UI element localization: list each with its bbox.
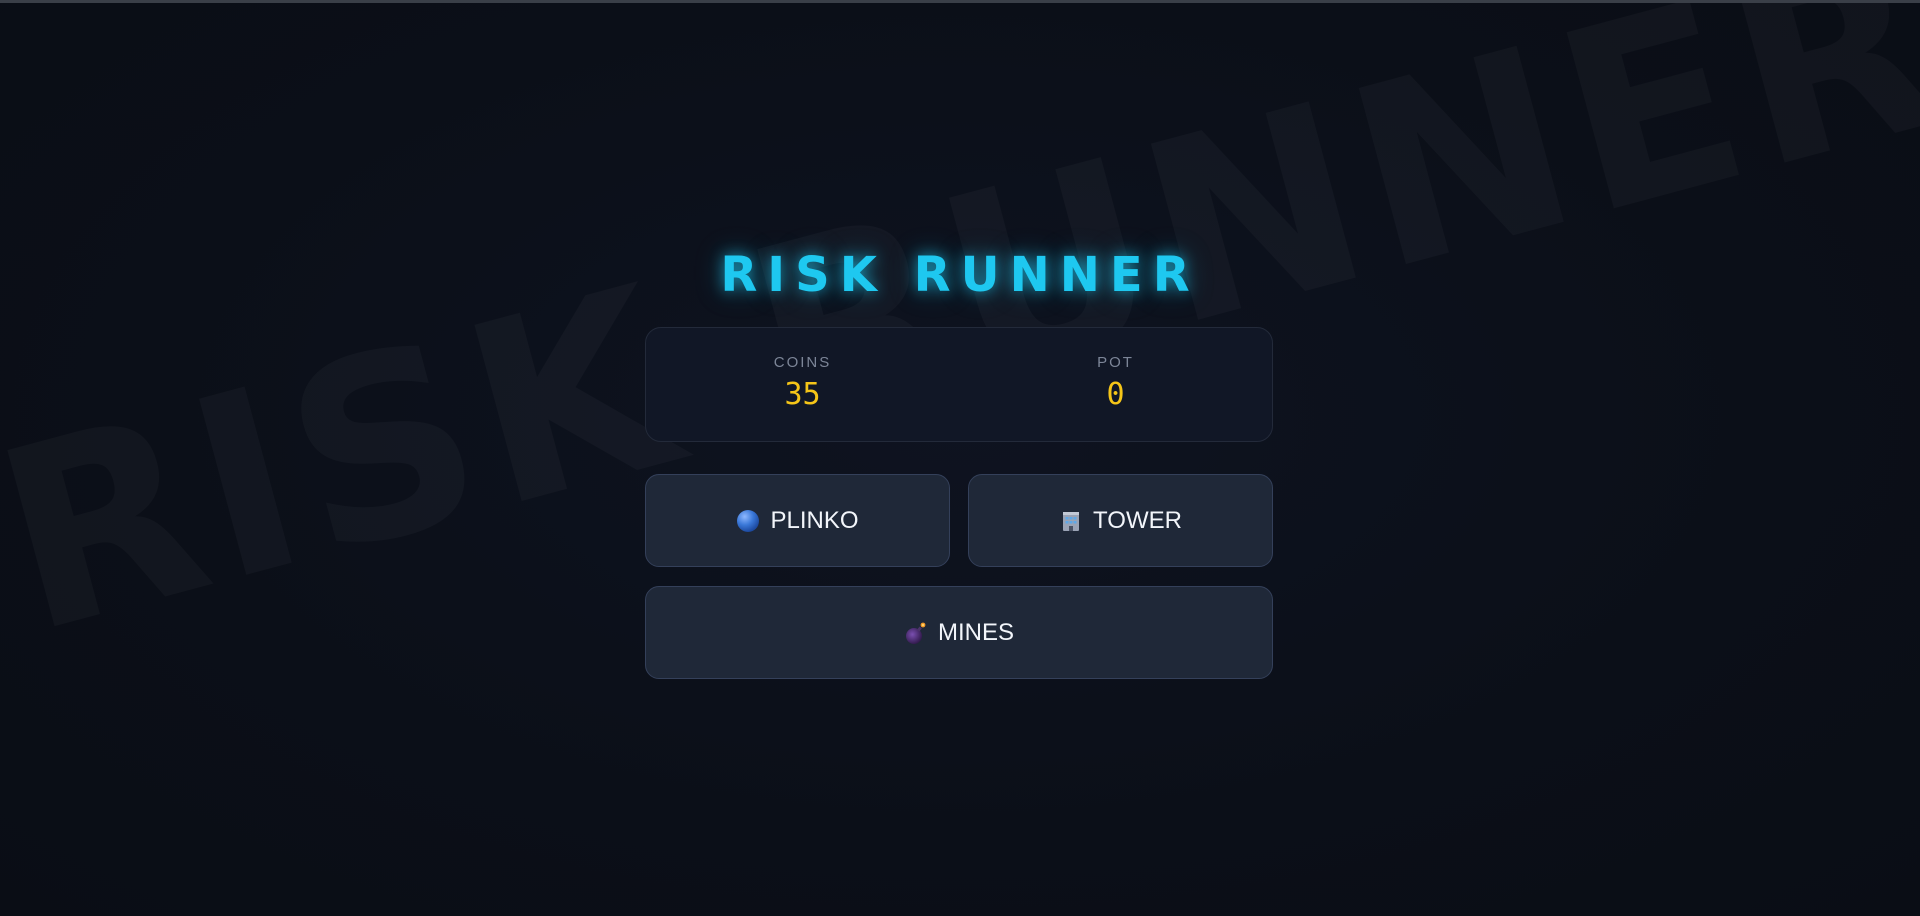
game-background: RISK RUNNER xyxy=(0,3,1920,916)
coins-stat: COINS 35 xyxy=(646,328,959,441)
mines-button[interactable]: MINES xyxy=(645,586,1273,679)
coins-value: 35 xyxy=(784,377,821,412)
stats-panel: COINS 35 POT 0 xyxy=(645,327,1273,442)
tower-label: TOWER xyxy=(1093,506,1182,534)
game-title: RISK RUNNER xyxy=(720,247,1200,303)
tower-button[interactable]: TOWER xyxy=(968,474,1273,567)
pot-stat: POT 0 xyxy=(959,328,1272,441)
pot-value: 0 xyxy=(1106,377,1125,412)
coins-label: COINS xyxy=(773,354,832,371)
plinko-button[interactable]: PLINKO xyxy=(645,474,950,567)
blue-ball-icon xyxy=(736,509,760,533)
building-icon xyxy=(1059,509,1083,533)
pot-label: POT xyxy=(1097,354,1134,371)
bomb-icon xyxy=(904,621,928,645)
plinko-label: PLINKO xyxy=(770,506,859,534)
mines-label: MINES xyxy=(937,618,1014,646)
